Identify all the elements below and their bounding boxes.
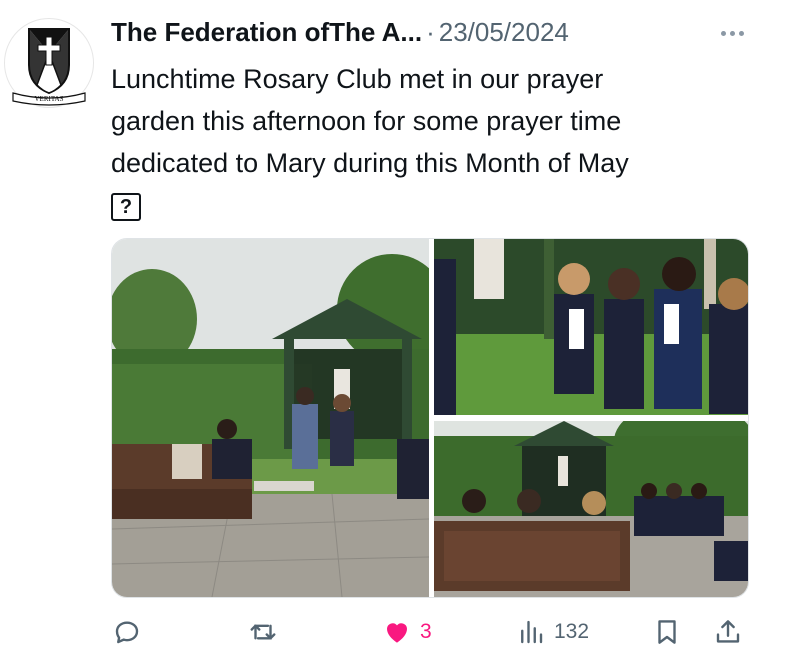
heart-filled-icon [387, 623, 407, 643]
post-text-line: Lunchtime Rosary Club met in our prayer [111, 64, 604, 94]
like-button[interactable]: 3 [382, 614, 432, 650]
more-options-button[interactable] [712, 18, 752, 48]
reply-button[interactable] [112, 614, 142, 650]
post-text: Lunchtime Rosary Club met in our prayer … [111, 58, 761, 226]
students-praying-closeup-photo[interactable] [434, 239, 748, 415]
garden-wide-photo[interactable] [112, 239, 429, 597]
bookmark-icon [658, 620, 676, 644]
more-dot [720, 30, 726, 36]
repost-button[interactable] [248, 614, 278, 650]
unsupported-emoji-box: ? [111, 192, 141, 221]
post-text-line: garden this afternoon for some prayer ti… [111, 106, 622, 136]
post-text-line: dedicated to Mary during this Month of M… [111, 148, 629, 178]
avatar[interactable]: VERITAS [4, 18, 94, 108]
post-date[interactable]: 23/05/2024 [439, 17, 569, 48]
like-count: 3 [420, 620, 432, 643]
header-separator: · [426, 16, 435, 47]
views-bar-icon [521, 620, 543, 644]
students-group-garden-photo[interactable] [434, 421, 748, 597]
media-grid [111, 238, 749, 598]
reply-icon [115, 621, 139, 644]
more-dot [729, 30, 735, 36]
more-dot [738, 30, 744, 36]
svg-text:VERITAS: VERITAS [35, 95, 64, 103]
repost-icon [250, 624, 276, 640]
school-crest-logo: VERITAS [12, 28, 86, 106]
post-header: The Federation ofThe A... · 23/05/2024 [111, 14, 569, 50]
bookmark-button[interactable] [652, 614, 682, 650]
share-icon [716, 620, 740, 643]
share-button[interactable] [713, 614, 743, 650]
view-count: 132 [554, 620, 590, 643]
author-name[interactable]: The Federation ofThe A... [111, 17, 422, 48]
views-button[interactable]: 132 [516, 614, 589, 650]
action-bar: 3 132 [0, 608, 787, 656]
